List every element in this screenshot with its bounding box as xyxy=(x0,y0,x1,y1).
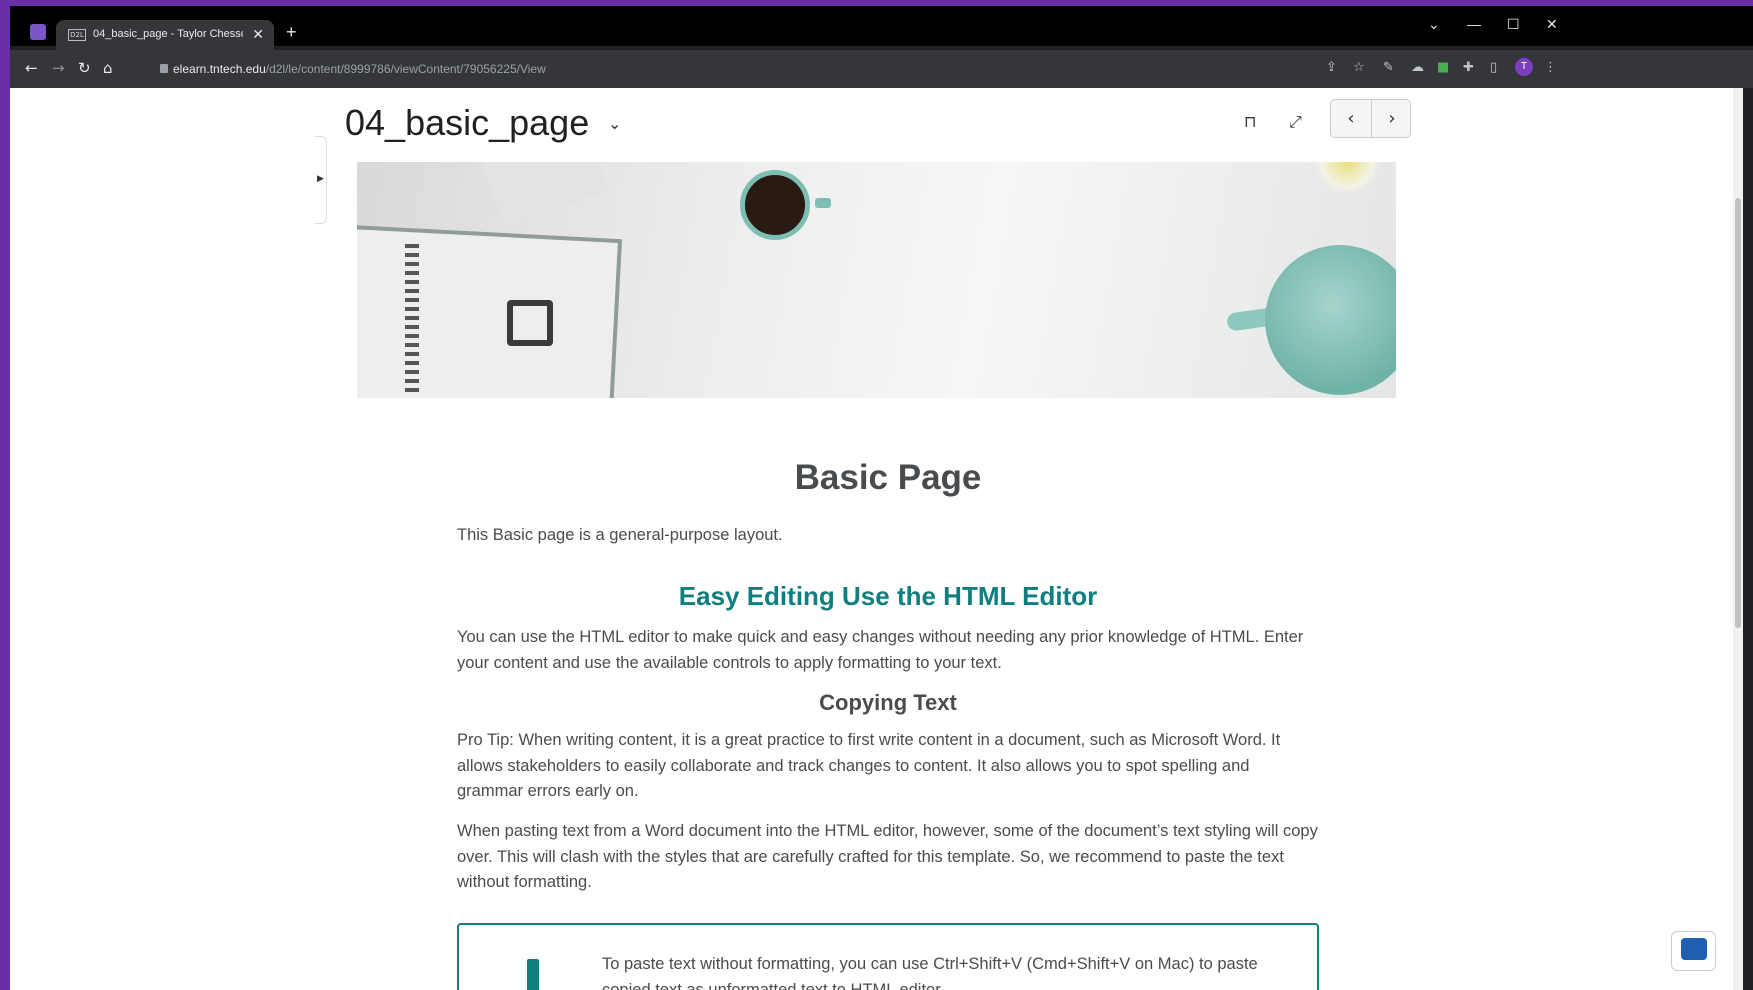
home-icon[interactable]: ⌂ xyxy=(103,59,113,77)
close-window-icon[interactable]: ✕ xyxy=(1546,16,1558,33)
bookmark-icon[interactable]: ⊓ xyxy=(1244,112,1256,131)
next-icon[interactable]: › xyxy=(1372,100,1412,137)
chevron-down-icon[interactable]: ⌄ xyxy=(608,114,621,133)
banner-flower xyxy=(1312,162,1382,192)
banner-cup-handle xyxy=(815,198,831,208)
banner-image xyxy=(357,162,1396,398)
tab-search-icon[interactable]: ⌄ xyxy=(1428,16,1440,33)
banner-teapot xyxy=(1265,245,1396,395)
d2l-favicon-icon: D2L xyxy=(68,29,86,41)
tab-title: 04_basic_page - Taylor Chesson xyxy=(93,28,243,40)
browser-toolbar: ← → ↻ ⌂ elearn.tntech.edu/d2l/le/content… xyxy=(10,50,1753,88)
banner-spiral xyxy=(405,244,419,394)
exclamation-icon xyxy=(527,959,539,990)
caret-right-icon: ▶ xyxy=(317,173,324,183)
tab-strip: D2L 04_basic_page - Taylor Chesson ✕ + ⌄… xyxy=(10,6,1753,50)
page-heading: Basic Page xyxy=(794,458,982,497)
banner-coffee-cup xyxy=(740,170,810,240)
previous-icon[interactable]: ‹ xyxy=(1331,100,1371,137)
doc-title: 04_basic_page xyxy=(345,102,590,143)
url-text: elearn.tntech.edu/d2l/le/content/8999786… xyxy=(173,62,546,76)
menu-icon[interactable]: ⋮ xyxy=(1544,60,1557,75)
share-icon[interactable]: ⇪ xyxy=(1326,60,1337,75)
close-icon[interactable]: ✕ xyxy=(252,26,264,43)
sub-heading: Copying Text xyxy=(819,690,957,715)
fullscreen-icon[interactable]: ⤢ xyxy=(1289,112,1302,132)
chat-button[interactable] xyxy=(1671,931,1716,971)
shield-extension-icon[interactable]: ■ xyxy=(1437,60,1449,75)
app-icon xyxy=(30,24,46,40)
callout-box: To paste text without formatting, you ca… xyxy=(457,923,1319,990)
extension-pen-icon[interactable]: ✎ xyxy=(1383,60,1394,75)
profile-avatar[interactable]: T xyxy=(1515,58,1533,76)
maximize-icon[interactable]: ☐ xyxy=(1507,16,1520,33)
section-heading: Easy Editing Use the HTML Editor xyxy=(678,581,1098,611)
reload-icon[interactable]: ↻ xyxy=(78,59,91,77)
forward-icon[interactable]: → xyxy=(52,59,65,77)
banner-binder-clip xyxy=(507,300,553,346)
back-icon[interactable]: ← xyxy=(25,59,38,77)
browser-tab[interactable]: D2L 04_basic_page - Taylor Chesson ✕ xyxy=(56,20,274,50)
banner-notebook xyxy=(357,225,623,398)
topic-nav: ‹ › xyxy=(1330,99,1411,138)
sidebar-toggle[interactable]: ▶ xyxy=(315,136,327,224)
side-panel-icon[interactable]: ▯ xyxy=(1490,60,1497,75)
banner-paper xyxy=(474,162,610,229)
callout-text: To paste text without formatting, you ca… xyxy=(602,955,1258,990)
pro-tip-text: Pro Tip: When writing content, it is a g… xyxy=(457,731,1281,800)
extensions-icon[interactable]: ✚ xyxy=(1463,60,1474,75)
section-text: You can use the HTML editor to make quic… xyxy=(457,628,1304,672)
new-tab-icon[interactable]: + xyxy=(286,22,297,43)
cloud-extension-icon[interactable]: ☁ xyxy=(1411,60,1424,75)
pasting-text: When pasting text from a Word document i… xyxy=(457,822,1318,891)
star-icon[interactable]: ☆ xyxy=(1353,60,1365,75)
page-viewport: ▶ 04_basic_page ⌄ ⊓ ⤢ ‹ › Basic Page Thi… xyxy=(10,88,1733,990)
page-scrollbar[interactable] xyxy=(1733,88,1743,990)
intro-text: This Basic page is a general-purpose lay… xyxy=(457,526,783,544)
lock-icon xyxy=(160,64,168,73)
chat-icon xyxy=(1681,938,1707,960)
minimize-icon[interactable]: — xyxy=(1467,16,1481,32)
scrollbar-thumb[interactable] xyxy=(1735,198,1741,628)
